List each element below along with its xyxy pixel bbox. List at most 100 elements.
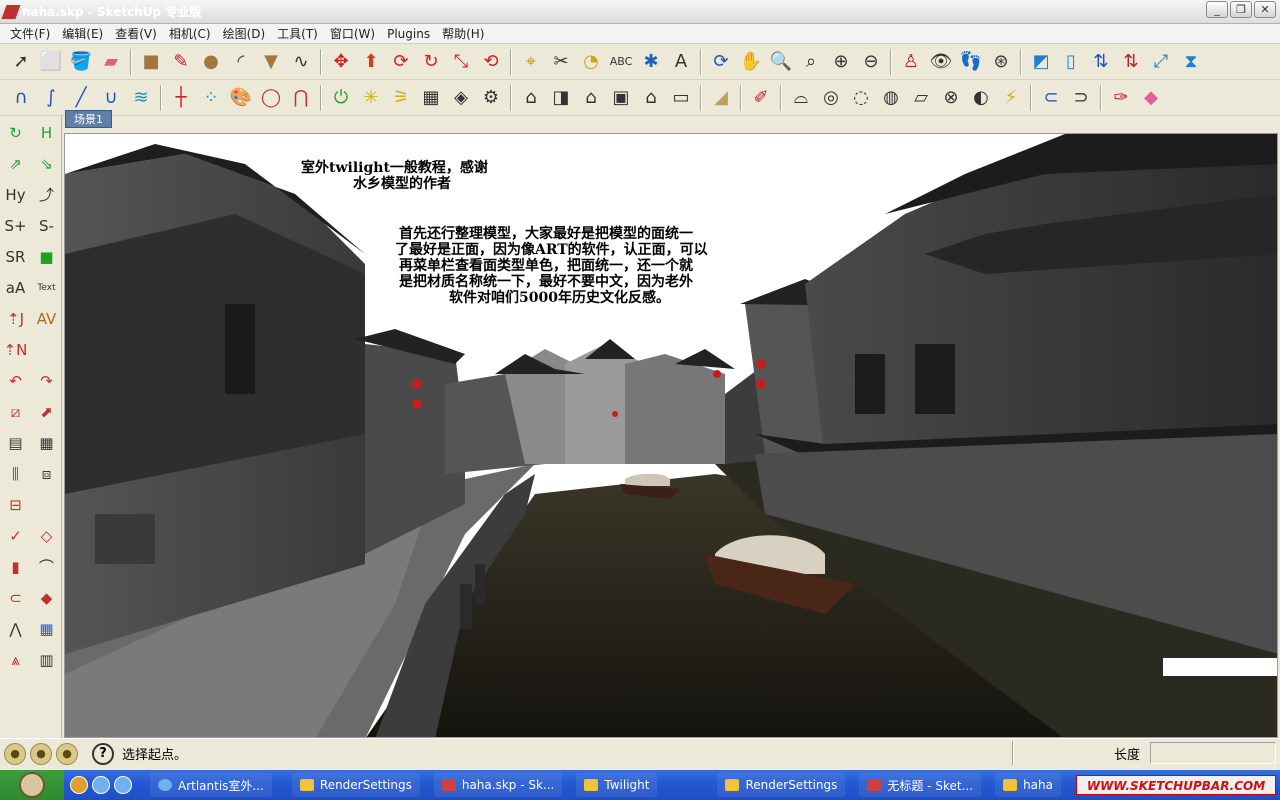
bezier-icon[interactable]: ∩ <box>7 84 35 112</box>
loop-5-icon[interactable]: ▱ <box>907 84 935 112</box>
sr-icon[interactable]: SR <box>1 242 30 271</box>
grid-icon[interactable]: ▦ <box>32 428 61 457</box>
guide-points-icon[interactable]: ┼ <box>167 84 195 112</box>
s-plus-icon[interactable]: S+ <box>1 211 30 240</box>
front-view-icon[interactable]: ⌂ <box>577 84 605 112</box>
zoom-window-icon[interactable]: ⌕ <box>797 48 825 76</box>
push-pull-icon[interactable]: ⬆ <box>357 48 385 76</box>
check-red-icon[interactable]: ✓ <box>1 521 30 550</box>
task-twilight[interactable]: Twilight <box>576 773 658 797</box>
position-camera-icon[interactable]: ♙ <box>897 48 925 76</box>
gear-icon[interactable]: ⚙ <box>477 84 505 112</box>
roof-icon[interactable]: ⩓ <box>1 645 30 674</box>
settings-panel-icon[interactable]: ▦ <box>417 84 445 112</box>
n-arrow-icon[interactable]: ⇡N <box>1 335 30 364</box>
pen-red-icon[interactable]: ✐ <box>747 84 775 112</box>
close-button[interactable]: ✕ <box>1254 1 1276 18</box>
minimize-button[interactable]: _ <box>1206 1 1228 18</box>
zoom-icon[interactable]: 🔍 <box>767 48 795 76</box>
diamond-red-icon[interactable]: ◆ <box>32 583 61 612</box>
material-editor-icon[interactable]: ◈ <box>447 84 475 112</box>
arc-icon[interactable]: ◜ <box>227 48 255 76</box>
book-icon[interactable]: ▥ <box>32 645 61 674</box>
start-button[interactable] <box>0 770 64 800</box>
menu-edit[interactable]: 编辑(E) <box>56 25 109 42</box>
freehand-icon[interactable]: ∿ <box>287 48 315 76</box>
loop-8-icon[interactable]: ⚡ <box>997 84 1025 112</box>
sandbox-icon[interactable]: ◢ <box>707 84 735 112</box>
rotate-icon[interactable]: ⟳ <box>387 48 415 76</box>
dimension-icon[interactable]: ✂ <box>547 48 575 76</box>
move-green-2-icon[interactable]: ⇘ <box>32 149 61 178</box>
red-ring-icon[interactable]: ◯ <box>257 84 285 112</box>
3d-text-icon[interactable]: A <box>667 48 695 76</box>
render-power-icon[interactable]: ⏻ <box>327 84 355 112</box>
magnet-icon[interactable]: ⊂ <box>1 583 30 612</box>
helix-icon[interactable]: ≋ <box>127 84 155 112</box>
task-artlantis[interactable]: Artlantis室外... <box>150 773 272 797</box>
s-minus-icon[interactable]: S- <box>32 211 61 240</box>
hand-tool-icon[interactable]: ⤴ <box>32 180 61 209</box>
chain-icon[interactable]: ⊃ <box>1067 84 1095 112</box>
extrude-icon[interactable]: ⬈ <box>32 397 61 426</box>
protractor-icon[interactable]: ◔ <box>577 48 605 76</box>
restore-button[interactable]: ❐ <box>1230 1 1252 18</box>
task-haha-folder[interactable]: haha <box>995 773 1061 797</box>
frame-icon[interactable]: ▤ <box>1 428 30 457</box>
tent-icon[interactable]: ⋀ <box>1 614 30 643</box>
hy-icon[interactable]: Hy <box>1 180 30 209</box>
quick-launch-icon-1[interactable] <box>70 776 88 794</box>
loop-6-icon[interactable]: ⊗ <box>937 84 965 112</box>
link-icon[interactable]: ⊂ <box>1037 84 1065 112</box>
eraser-icon[interactable]: ⬜ <box>37 48 65 76</box>
light-icon[interactable]: ✳ <box>357 84 385 112</box>
hourglass-icon[interactable]: ⧗ <box>1177 48 1205 76</box>
menu-tools[interactable]: 工具(T) <box>271 25 324 42</box>
move-icon[interactable]: ✥ <box>327 48 355 76</box>
move-red-icon[interactable]: ⇅ <box>1117 48 1145 76</box>
menu-plugins[interactable]: Plugins <box>381 27 436 41</box>
menu-draw[interactable]: 绘图(D) <box>217 25 272 42</box>
paint-bucket-icon[interactable]: 🪣 <box>67 48 95 76</box>
circle-icon[interactable]: ● <box>197 48 225 76</box>
arch-icon[interactable]: ⋂ <box>287 84 315 112</box>
door-icon[interactable]: ▮ <box>1 552 30 581</box>
line-icon[interactable]: ╱ <box>67 84 95 112</box>
eraser-pink-icon[interactable]: ▰ <box>97 48 125 76</box>
plane-red-icon[interactable]: ◇ <box>32 521 61 550</box>
rotate-green-icon[interactable]: ↻ <box>1 118 30 147</box>
brush-icon[interactable]: ✑ <box>1107 84 1135 112</box>
split-icon[interactable]: ⧄ <box>1 397 30 426</box>
paint-palette-icon[interactable]: 🎨 <box>227 84 255 112</box>
axes-icon[interactable]: ✱ <box>637 48 665 76</box>
curve-icon[interactable]: ∪ <box>97 84 125 112</box>
credits-icon[interactable]: ● <box>30 742 52 765</box>
task-haha-skp[interactable]: haha.skp - Sk... <box>433 773 563 797</box>
av-arrow-icon[interactable]: AV <box>32 304 61 333</box>
text-tag-icon[interactable]: Text <box>32 273 61 302</box>
menu-help[interactable]: 帮助(H) <box>436 25 490 42</box>
menu-view[interactable]: 查看(V) <box>109 25 163 42</box>
fence-icon[interactable]: ⫼ <box>1 459 30 488</box>
curve-left-icon[interactable]: ↶ <box>1 366 30 395</box>
ladder-icon[interactable]: ⧈ <box>32 459 61 488</box>
component-icon[interactable]: ◩ <box>1027 48 1055 76</box>
loop-3-icon[interactable]: ◌ <box>847 84 875 112</box>
measurements-input[interactable] <box>1150 742 1276 764</box>
menu-window[interactable]: 窗口(W) <box>324 25 381 42</box>
move-up-icon[interactable]: ⇅ <box>1087 48 1115 76</box>
eraser-brush-icon[interactable]: ◆ <box>1137 84 1165 112</box>
tab-scene-1[interactable]: 场景1 <box>65 110 112 128</box>
previous-view-icon[interactable]: ⊖ <box>857 48 885 76</box>
stairs-icon[interactable]: ⊟ <box>1 490 30 519</box>
left-view-icon[interactable]: ▭ <box>667 84 695 112</box>
task-untitled-sketchup[interactable]: 无标题 - Sket... <box>859 773 982 797</box>
arch-left-icon[interactable]: ⌒ <box>32 552 61 581</box>
follow-me-icon[interactable]: ↻ <box>417 48 445 76</box>
section-plane-icon[interactable]: ⊛ <box>987 48 1015 76</box>
loop-7-icon[interactable]: ◐ <box>967 84 995 112</box>
menu-file[interactable]: 文件(F) <box>4 25 56 42</box>
curve-right-icon[interactable]: ↷ <box>32 366 61 395</box>
quick-launch-icon-2[interactable] <box>92 776 110 794</box>
move-green-icon[interactable]: ⇗ <box>1 149 30 178</box>
